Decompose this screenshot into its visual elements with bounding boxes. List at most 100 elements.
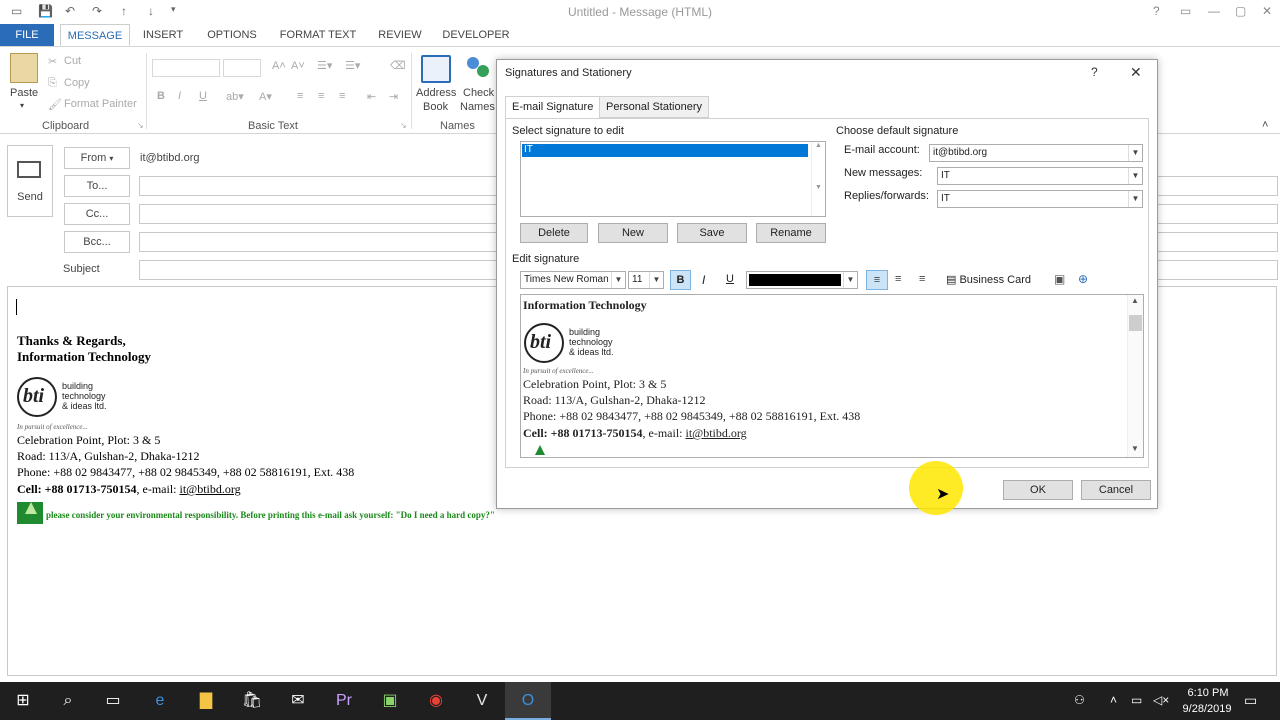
paste-button[interactable]: Paste bbox=[10, 87, 38, 99]
maximize-icon[interactable]: ▢ bbox=[1235, 4, 1246, 18]
app-icon[interactable]: ▣ bbox=[367, 682, 413, 720]
font-select[interactable]: Times New Roman ▼ bbox=[520, 271, 626, 289]
tab-review[interactable]: REVIEW bbox=[372, 24, 428, 46]
font-color-icon[interactable]: A▾ bbox=[259, 90, 272, 103]
save-button[interactable]: Save bbox=[677, 223, 747, 243]
send-button[interactable]: Send bbox=[7, 145, 53, 217]
bcc-field-right[interactable] bbox=[1158, 232, 1278, 252]
editor-scrollbar[interactable]: ▲ ▼ bbox=[1127, 295, 1143, 457]
edge-icon[interactable]: e bbox=[137, 682, 183, 720]
tab-format-text[interactable]: FORMAT TEXT bbox=[274, 24, 362, 46]
cut-button[interactable]: Cut bbox=[64, 55, 81, 67]
clear-format-icon[interactable]: ⌫ bbox=[390, 59, 406, 72]
tray-chevron-icon[interactable]: ˄ bbox=[1110, 693, 1117, 707]
bold-toggle[interactable]: B bbox=[670, 270, 691, 290]
tab-developer[interactable]: DEVELOPER bbox=[440, 24, 512, 46]
numbering-icon[interactable]: ☰▾ bbox=[345, 59, 360, 72]
close-icon[interactable]: ✕ bbox=[1262, 4, 1272, 18]
align-left-icon[interactable]: ≡ bbox=[866, 270, 888, 290]
ok-button[interactable]: OK bbox=[1003, 480, 1073, 500]
subject-field-right[interactable] bbox=[1158, 260, 1278, 280]
new-messages-select[interactable]: IT ▼ bbox=[937, 167, 1143, 185]
align-left-icon[interactable]: ≡ bbox=[297, 90, 303, 102]
volume-icon[interactable]: ◁× bbox=[1153, 693, 1169, 707]
to-field-right[interactable] bbox=[1158, 176, 1278, 196]
paste-dropdown-icon[interactable]: ▾ bbox=[20, 101, 24, 110]
shrink-font-icon[interactable]: A˅ bbox=[291, 60, 305, 72]
bcc-button[interactable]: Bcc... bbox=[64, 231, 130, 253]
decrease-indent-icon[interactable]: ⇤ bbox=[367, 90, 376, 103]
italic-toggle[interactable]: I bbox=[702, 273, 705, 287]
signature-email-link[interactable]: it@btibd.org bbox=[179, 482, 240, 496]
tab-email-signature[interactable]: E-mail Signature bbox=[505, 96, 601, 118]
cc-field-right[interactable] bbox=[1158, 204, 1278, 224]
highlight-icon[interactable]: ab▾ bbox=[226, 90, 244, 103]
bold-icon[interactable]: B bbox=[157, 90, 165, 102]
cancel-button[interactable]: Cancel bbox=[1081, 480, 1151, 500]
tab-message[interactable]: MESSAGE bbox=[60, 24, 130, 46]
bcc-field[interactable] bbox=[139, 232, 497, 252]
windows-start-icon[interactable]: ⊞ bbox=[0, 682, 46, 720]
to-field[interactable] bbox=[139, 176, 497, 196]
dialog-help-button[interactable]: ? bbox=[1091, 65, 1098, 79]
premiere-icon[interactable]: Pr bbox=[321, 682, 367, 720]
clipboard-launcher-icon[interactable]: ↘ bbox=[137, 121, 144, 130]
font-size-box[interactable] bbox=[223, 59, 261, 77]
align-center-icon[interactable]: ≡ bbox=[895, 273, 901, 285]
align-center-icon[interactable]: ≡ bbox=[318, 90, 324, 102]
font-name-box[interactable] bbox=[152, 59, 220, 77]
clock-date[interactable]: 9/28/2019 bbox=[1172, 703, 1242, 715]
address-book-label-1[interactable]: Address bbox=[416, 87, 456, 99]
check-names-icon[interactable] bbox=[465, 55, 493, 83]
align-right-icon[interactable]: ≡ bbox=[339, 90, 345, 102]
delete-button[interactable]: Delete bbox=[520, 223, 588, 243]
scroll-thumb[interactable] bbox=[1129, 315, 1142, 331]
size-select[interactable]: 11 ▼ bbox=[628, 271, 664, 289]
dialog-close-button[interactable]: ✕ bbox=[1130, 64, 1142, 81]
check-names-label-1[interactable]: Check bbox=[463, 87, 494, 99]
underline-toggle[interactable]: U bbox=[726, 273, 734, 285]
notifications-icon[interactable]: ▭ bbox=[1244, 692, 1257, 709]
cc-button[interactable]: Cc... bbox=[64, 203, 130, 225]
insert-hyperlink-icon[interactable]: ⊕ bbox=[1078, 272, 1088, 286]
copy-button[interactable]: Copy bbox=[64, 77, 90, 89]
increase-indent-icon[interactable]: ⇥ bbox=[389, 90, 398, 103]
from-button[interactable]: From ▾ bbox=[64, 147, 130, 169]
tab-insert[interactable]: INSERT bbox=[138, 24, 188, 46]
underline-icon[interactable]: U bbox=[199, 90, 207, 102]
search-icon[interactable]: ⌕ bbox=[45, 682, 91, 720]
basic-text-launcher-icon[interactable]: ↘ bbox=[400, 121, 407, 130]
signature-editor[interactable]: Information Technology bti building tech… bbox=[520, 294, 1144, 458]
chrome-icon[interactable]: ◉ bbox=[413, 682, 459, 720]
align-right-icon[interactable]: ≡ bbox=[919, 273, 925, 285]
help-icon[interactable]: ? bbox=[1153, 4, 1160, 18]
task-view-icon[interactable]: ▭ bbox=[90, 682, 136, 720]
format-painter-button[interactable]: Format Painter bbox=[64, 98, 137, 110]
list-scrollbar[interactable]: ▲ ▼ bbox=[811, 142, 825, 216]
tab-options[interactable]: OPTIONS bbox=[200, 24, 264, 46]
italic-icon[interactable]: I bbox=[178, 90, 181, 102]
insert-picture-icon[interactable]: ▣ bbox=[1054, 272, 1065, 286]
visio-icon[interactable]: V bbox=[459, 682, 505, 720]
subject-field[interactable] bbox=[139, 260, 497, 280]
sig-edit-email-link[interactable]: it@btibd.org bbox=[685, 426, 746, 440]
paste-icon[interactable] bbox=[10, 53, 38, 83]
color-select[interactable]: ▼ bbox=[746, 271, 858, 289]
address-book-label-2[interactable]: Book bbox=[423, 101, 448, 113]
new-button[interactable]: New bbox=[598, 223, 668, 243]
check-names-label-2[interactable]: Names bbox=[460, 101, 495, 113]
cc-field[interactable] bbox=[139, 204, 497, 224]
people-icon[interactable]: ⚇ bbox=[1074, 693, 1085, 707]
grow-font-icon[interactable]: A˄ bbox=[272, 60, 286, 72]
business-card-button[interactable]: ▤ Business Card bbox=[946, 273, 1031, 286]
file-explorer-icon[interactable]: ▇ bbox=[183, 682, 229, 720]
to-button[interactable]: To... bbox=[64, 175, 130, 197]
rename-button[interactable]: Rename bbox=[756, 223, 826, 243]
minimize-icon[interactable]: — bbox=[1208, 4, 1220, 18]
store-icon[interactable]: 🛍 bbox=[229, 682, 275, 720]
scroll-up-icon[interactable]: ▲ bbox=[1131, 296, 1139, 305]
tab-file[interactable]: FILE bbox=[0, 24, 54, 46]
bullets-icon[interactable]: ☰▾ bbox=[317, 59, 332, 72]
tab-personal-stationery[interactable]: Personal Stationery bbox=[599, 96, 709, 118]
signature-list-item[interactable]: IT bbox=[522, 144, 808, 157]
